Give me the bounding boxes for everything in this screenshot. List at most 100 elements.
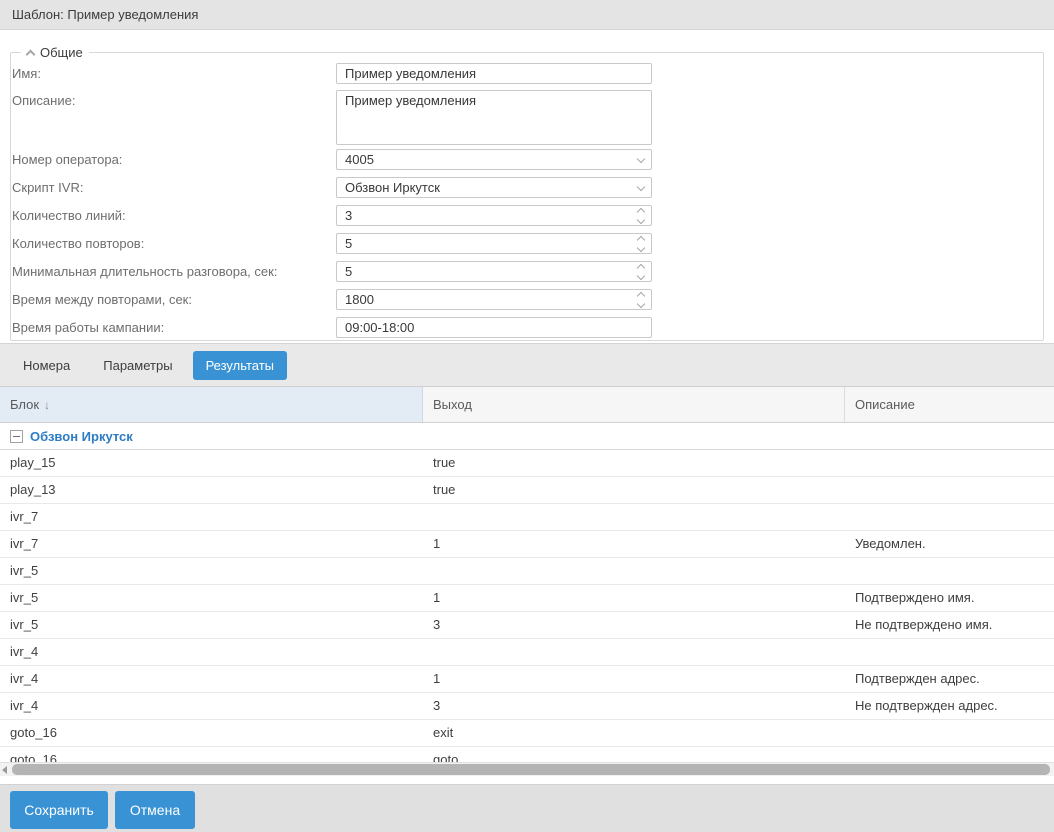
tab-strip: Номера Параметры Результаты: [0, 343, 1054, 387]
column-header-description[interactable]: Описание: [845, 387, 1054, 422]
field-min-call-duration-spinner[interactable]: 5: [336, 261, 652, 282]
field-label-name: Имя:: [12, 66, 41, 81]
cell-description: [855, 639, 1050, 665]
cancel-button[interactable]: Отмена: [115, 791, 195, 829]
cell-block: ivr_4: [10, 644, 39, 659]
sort-desc-icon: ↓: [44, 398, 51, 412]
grid-body: Обзвон Иркутск play_15 true play_13 true ivr…: [0, 423, 1054, 762]
field-ivr-script-value: Обзвон Иркутск: [345, 180, 440, 195]
grid-rows: play_15 true play_13 true ivr_7 ivr_7 1 Уведомл…: [0, 450, 1054, 762]
cell-exit: 1: [433, 671, 441, 686]
window-title-bar: Шаблон: Пример уведомления: [0, 0, 1054, 30]
column-header-block[interactable]: Блок ↓: [0, 387, 423, 422]
cell-exit: [433, 504, 838, 530]
cell-description: [855, 558, 1050, 584]
cell-block: ivr_7: [10, 509, 39, 524]
cell-exit: goto: [433, 752, 459, 762]
cell-block: ivr_7: [10, 536, 39, 551]
cell-block: ivr_5: [10, 590, 39, 605]
cell-description: [855, 504, 1050, 530]
cell-block: play_13: [10, 482, 56, 497]
field-repeat-interval-spinner[interactable]: 1800: [336, 289, 652, 310]
field-label-ivr-script: Скрипт IVR:: [12, 180, 84, 195]
field-name-input[interactable]: Пример уведомления: [336, 63, 652, 84]
cell-description: Подтвержден адрес.: [855, 671, 980, 686]
cell-block: goto_16: [10, 725, 57, 740]
cell-description: Подтверждено имя.: [855, 590, 975, 605]
scroll-left-icon[interactable]: [2, 766, 7, 774]
cell-description: [855, 450, 1050, 476]
cell-exit: true: [433, 455, 456, 470]
cell-exit: 3: [433, 617, 441, 632]
column-header-exit[interactable]: Выход: [423, 387, 845, 422]
spinner-up-icon[interactable]: [636, 291, 646, 300]
table-row[interactable]: play_15 true: [0, 450, 1054, 477]
scrollbar-thumb[interactable]: [12, 764, 1050, 775]
tab-2[interactable]: Результаты: [192, 350, 288, 380]
table-row[interactable]: ivr_4: [0, 639, 1054, 666]
field-operator-number-dropdown[interactable]: 4005: [336, 149, 652, 170]
horizontal-scrollbar[interactable]: [0, 762, 1054, 776]
group-row[interactable]: Обзвон Иркутск: [0, 423, 1054, 450]
field-label-description: Описание:: [12, 93, 76, 108]
cell-description: [855, 477, 1050, 503]
field-label-campaign-hours: Время работы кампании:: [12, 320, 165, 335]
table-row[interactable]: ivr_5 3 Не подтверждено имя.: [0, 612, 1054, 639]
tab-1[interactable]: Параметры: [90, 351, 185, 380]
cell-exit: 3: [433, 698, 441, 713]
field-name-value: Пример уведомления: [345, 66, 477, 81]
table-row[interactable]: ivr_7: [0, 504, 1054, 531]
table-row[interactable]: ivr_5 1 Подтверждено имя.: [0, 585, 1054, 612]
spinner-up-icon[interactable]: [636, 263, 646, 272]
field-campaign-hours-input[interactable]: 09:00-18:00: [336, 317, 652, 338]
table-row[interactable]: play_13 true: [0, 477, 1054, 504]
field-label-repeat-count: Количество повторов:: [12, 236, 145, 251]
chevron-down-icon[interactable]: [636, 154, 646, 163]
fieldset-legend: Общие: [40, 45, 83, 60]
cell-exit: [433, 639, 838, 665]
field-line-count-spinner[interactable]: 3: [336, 205, 652, 226]
field-repeat-count-spinner[interactable]: 5: [336, 233, 652, 254]
cell-description: Не подтверждено имя.: [855, 617, 993, 632]
field-min-call-duration-value: 5: [345, 264, 353, 279]
field-label-repeat-interval: Время между повторами, сек:: [12, 292, 192, 307]
table-row[interactable]: goto_16 exit: [0, 720, 1054, 747]
spinner-up-icon[interactable]: [636, 207, 646, 216]
spinner-down-icon[interactable]: [636, 215, 646, 224]
collapse-group-icon[interactable]: [10, 429, 23, 443]
field-line-count-value: 3: [345, 208, 353, 223]
cell-block: ivr_5: [10, 563, 39, 578]
spinner-down-icon[interactable]: [636, 299, 646, 308]
table-row[interactable]: ivr_4 3 Не подтвержден адрес.: [0, 693, 1054, 720]
spinner-down-icon[interactable]: [636, 271, 646, 280]
spinner-up-icon[interactable]: [636, 235, 646, 244]
table-row[interactable]: ivr_4 1 Подтвержден адрес.: [0, 666, 1054, 693]
cell-block: goto_16: [10, 752, 57, 762]
column-header-exit-label: Выход: [433, 397, 472, 412]
cell-exit: true: [433, 482, 456, 497]
bottom-toolbar: Сохранить Отмена: [0, 784, 1054, 832]
table-row[interactable]: ivr_5: [0, 558, 1054, 585]
cell-description: [855, 747, 1050, 762]
table-row[interactable]: goto_16 goto: [0, 747, 1054, 762]
column-header-description-label: Описание: [855, 397, 915, 412]
save-button[interactable]: Сохранить: [10, 791, 108, 829]
tab-0[interactable]: Номера: [10, 351, 83, 380]
cell-description: [855, 720, 1050, 746]
field-label-min-call-duration: Минимальная длительность разговора, сек:: [12, 264, 278, 279]
table-row[interactable]: ivr_7 1 Уведомлен.: [0, 531, 1054, 558]
field-ivr-script-dropdown[interactable]: Обзвон Иркутск: [336, 177, 652, 198]
cell-description: Уведомлен.: [855, 536, 926, 551]
chevron-down-icon[interactable]: [636, 182, 646, 191]
window-title: Шаблон: Пример уведомления: [12, 7, 199, 22]
cell-exit: [433, 558, 838, 584]
field-repeat-interval-value: 1800: [345, 292, 374, 307]
grid-header: Блок ↓ Выход Описание: [0, 387, 1054, 423]
fieldset-legend-row: Общие: [21, 43, 89, 62]
spinner-down-icon[interactable]: [636, 243, 646, 252]
template-editor-window: Шаблон: Пример уведомления Общие Имя: При…: [0, 0, 1054, 832]
group-label: Обзвон Иркутск: [30, 428, 133, 444]
field-description-input[interactable]: Пример уведомления: [336, 90, 652, 145]
cell-block: ivr_5: [10, 617, 39, 632]
collapse-fieldset-icon[interactable]: [25, 49, 36, 59]
